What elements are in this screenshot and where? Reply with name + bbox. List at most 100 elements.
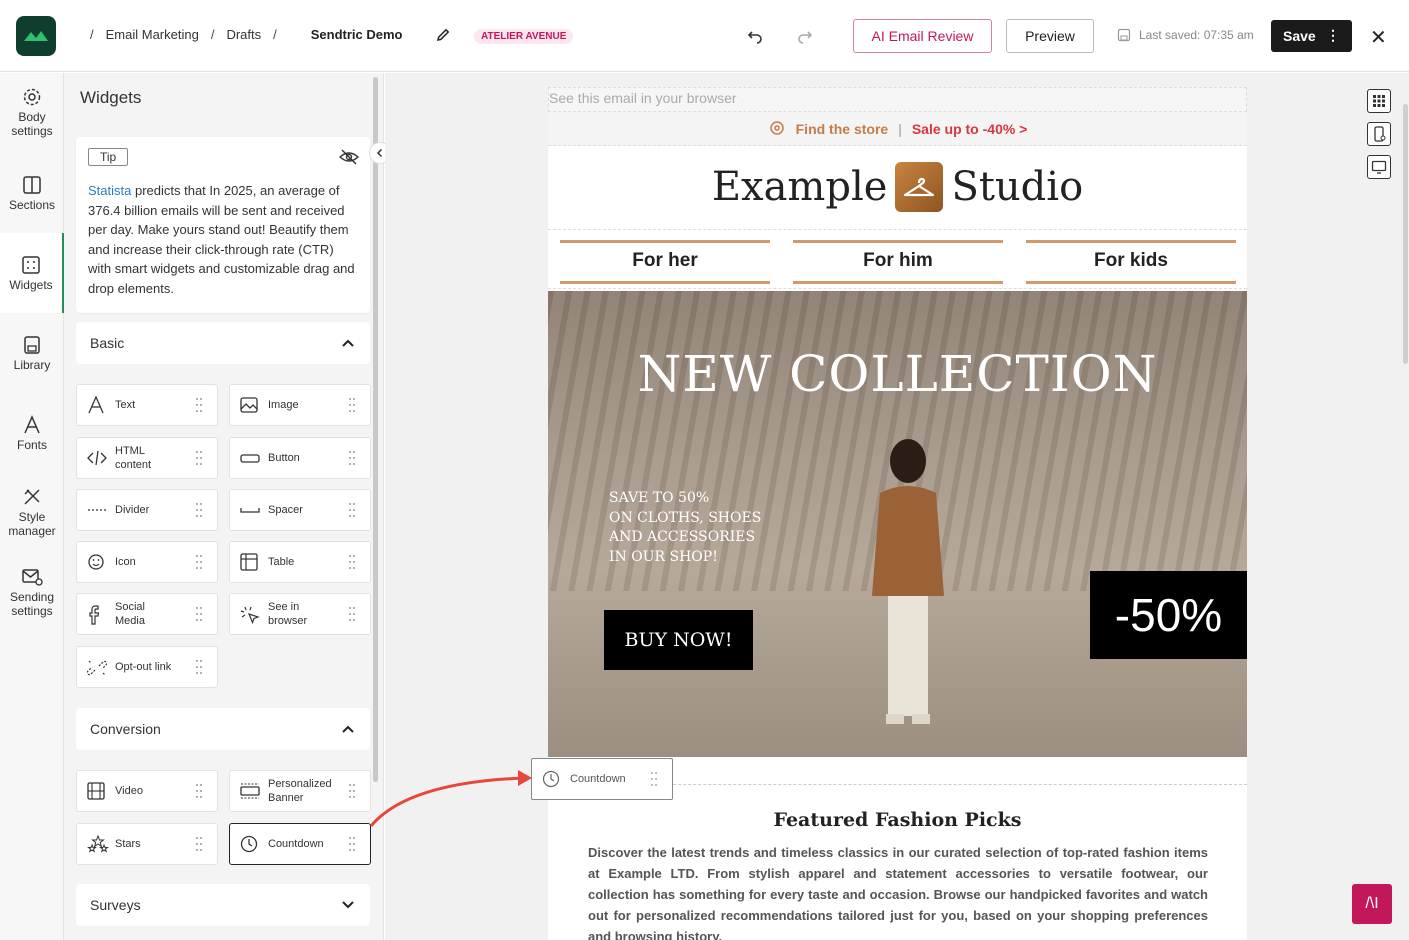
desktop-preview-button[interactable] (1367, 155, 1391, 179)
widget-label: Divider (115, 504, 150, 516)
spacer-icon (240, 508, 260, 513)
app-logo[interactable] (16, 16, 56, 56)
canvas-scrollbar[interactable] (1403, 104, 1408, 364)
logo-icon (24, 31, 48, 41)
hero-banner[interactable]: NEW COLLECTION SAVE TO 50% ON CLOTHS, SH… (548, 291, 1247, 757)
chevron-up-icon (342, 725, 354, 733)
drag-handle-icon (349, 503, 355, 517)
emoji-icon (88, 554, 104, 570)
code-icon (87, 450, 107, 466)
breadcrumb: / Email Marketing / Drafts / Sendtric De… (78, 27, 403, 42)
grid-icon (22, 256, 40, 274)
last-saved-status: Last saved: 07:35 am (1117, 28, 1254, 42)
rail-label: Library (13, 358, 51, 372)
last-saved-text: Last saved: 07:35 am (1139, 28, 1254, 42)
breadcrumb-drafts[interactable]: Drafts (226, 27, 261, 42)
widget-personalized-banner[interactable]: Personalized Banner (229, 770, 371, 812)
model-figure (872, 439, 944, 724)
rail-sections[interactable]: Sections (0, 175, 64, 212)
find-store-link[interactable]: Find the store (796, 121, 889, 137)
desktop-icon (1371, 160, 1387, 174)
widget-label: Image (268, 399, 299, 411)
widget-label: Button (268, 452, 300, 464)
statista-link[interactable]: Statista (88, 183, 131, 198)
nav-for-him[interactable]: For him (793, 240, 1003, 284)
buy-now-button[interactable]: BUY NOW! (604, 610, 753, 670)
grid-view-button[interactable] (1367, 89, 1391, 113)
sale-link[interactable]: Sale up to -40% > (912, 121, 1028, 137)
nav-for-her[interactable]: For her (560, 240, 770, 284)
brand-header: Example Studio (548, 147, 1247, 227)
undo-icon[interactable] (746, 27, 764, 50)
widget-divider[interactable]: Divider (76, 489, 218, 531)
grid-dots-icon (1373, 95, 1385, 107)
rail-label: Widgets (9, 278, 53, 292)
countdown-drag-ghost[interactable]: Countdown (531, 758, 673, 800)
section-surveys-title: Surveys (90, 897, 141, 913)
view-toolbar (1367, 89, 1391, 188)
featured-title: Featured Fashion Picks (773, 809, 1022, 831)
preview-button[interactable]: Preview (1006, 19, 1094, 53)
panel-scrollbar[interactable] (373, 77, 378, 782)
rail-sending-settings[interactable]: Sending settings (0, 567, 64, 618)
hero-subtitle-line: SAVE TO 50% (609, 490, 710, 506)
ai-assistant-button[interactable]: /\I (1352, 884, 1392, 924)
section-surveys-header[interactable]: Surveys (76, 884, 370, 926)
drag-ghost-label: Countdown (570, 773, 626, 785)
widget-label: HTML content (115, 445, 152, 471)
brand-name-left: Example (711, 164, 888, 210)
widget-see-in-browser[interactable]: See in browser (229, 593, 371, 635)
widget-text[interactable]: Text (76, 384, 218, 426)
save-label: Save (1283, 28, 1316, 44)
widget-image[interactable]: Image (229, 384, 371, 426)
widget-social-media[interactable]: Social Media (76, 593, 218, 635)
widget-html[interactable]: HTML content (76, 437, 218, 479)
widget-stars[interactable]: Stars (76, 823, 218, 865)
hide-eye-icon[interactable] (338, 149, 360, 170)
drag-handle-icon (349, 555, 355, 569)
rename-pencil-icon[interactable] (435, 27, 451, 48)
image-icon (240, 397, 258, 413)
rail-style-manager[interactable]: Style manager (0, 487, 64, 538)
button-icon (240, 454, 260, 463)
rail-body-settings[interactable]: Body settings (0, 87, 64, 138)
redo-icon[interactable] (796, 27, 814, 50)
drag-handle-icon (349, 607, 355, 621)
breadcrumb-email-marketing[interactable]: Email Marketing (106, 27, 199, 42)
nav-for-kids[interactable]: For kids (1026, 240, 1236, 284)
widget-label: Social Media (115, 601, 145, 627)
widget-table[interactable]: Table (229, 541, 371, 583)
widget-icon[interactable]: Icon (76, 541, 218, 583)
section-basic-header[interactable]: Basic (76, 322, 370, 364)
close-editor-button[interactable]: ✕ (1370, 25, 1387, 50)
rail-widgets[interactable]: Widgets (0, 233, 64, 313)
section-conversion-header[interactable]: Conversion (76, 708, 370, 750)
gear-icon (23, 88, 41, 106)
banner-icon (240, 783, 260, 799)
brand-name-right: Studio (951, 164, 1084, 210)
widget-label: Opt-out link (115, 661, 172, 673)
save-options-icon[interactable]: ⋮ (1326, 27, 1340, 44)
widget-button[interactable]: Button (229, 437, 371, 479)
see-in-browser-link[interactable]: See this email in your browser (548, 87, 1247, 112)
drag-handle-icon (196, 784, 202, 798)
widget-countdown[interactable]: Countdown (229, 823, 371, 865)
email-canvas: See this email in your browser Find the … (385, 73, 1409, 940)
clock-icon (240, 835, 258, 853)
widget-video[interactable]: Video (76, 770, 218, 812)
rail-label: Style manager (8, 510, 56, 538)
save-button[interactable]: Save ⋮ (1271, 20, 1352, 52)
widget-spacer[interactable]: Spacer (229, 489, 371, 531)
ai-email-review-button[interactable]: AI Email Review (853, 19, 992, 53)
section-conversion-title: Conversion (90, 721, 161, 737)
tip-label: Tip (88, 148, 129, 166)
chevron-left-icon (376, 148, 383, 158)
rail-library[interactable]: Library (0, 335, 64, 372)
mobile-preview-button[interactable] (1367, 122, 1391, 146)
widget-label: Text (115, 399, 136, 411)
drag-handle-icon (196, 837, 202, 851)
widget-opt-out-link[interactable]: Opt-out link (76, 646, 218, 688)
hero-subtitle: SAVE TO 50% ON CLOTHS, SHOES AND ACCESSO… (609, 489, 761, 567)
rail-fonts[interactable]: Fonts (0, 415, 64, 452)
widget-label: Personalized Banner (268, 778, 332, 804)
